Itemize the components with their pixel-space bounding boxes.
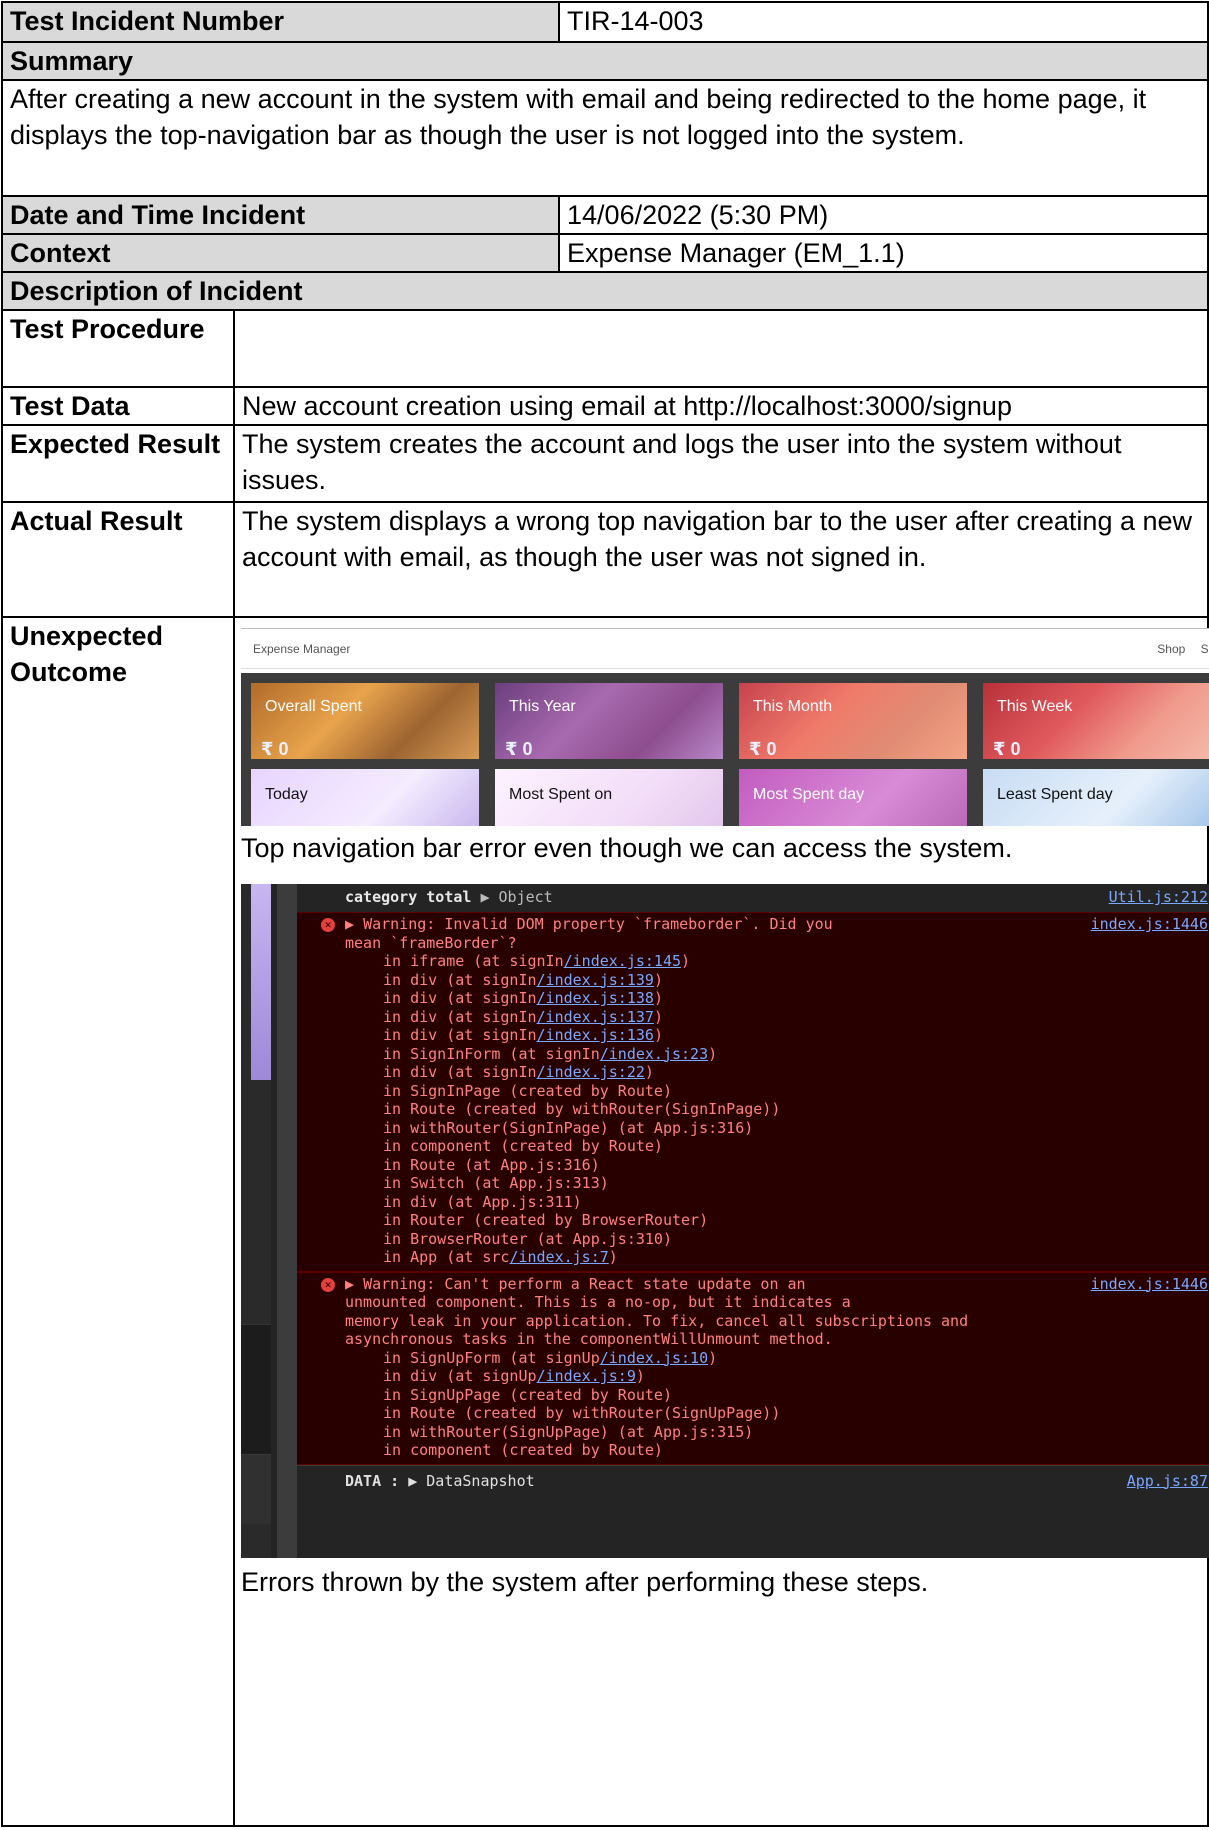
error-icon: ✕ [321, 1277, 335, 1292]
tile-this-year: This Year ₹ 0 [495, 683, 723, 759]
tile-label: Overall Spent [265, 698, 362, 715]
tile-label: This Week [997, 698, 1073, 715]
stack-frame: in div (at signIn/index.js:138) [383, 989, 663, 1007]
test-data-label: Test Data [1, 386, 235, 426]
test-procedure-value [232, 309, 1209, 388]
stack-frame: in BrowserRouter (at App.js:310) [383, 1229, 672, 1248]
nav-link-shop: Shop [1157, 641, 1186, 656]
console-row: DATA : ▶ DataSnapshot App.js:87 [297, 1464, 1209, 1495]
description-label: Description of Incident [0, 271, 1209, 311]
tile-today: Today [251, 769, 479, 826]
incident-number-label: Test Incident Number [0, 1, 561, 43]
stack-frame: in div (at signUp/index.js:9) [383, 1367, 645, 1385]
test-data-value: New account creation using email at http… [232, 386, 1209, 426]
tile-amount: ₹ 0 [261, 739, 289, 759]
incident-report-table: Test Incident Number TIR-14-003 Summary … [0, 1, 1209, 1827]
summary-text: After creating a new account in the syst… [0, 79, 1209, 197]
stack-frame: in withRouter(SignUpPage) (at App.js:315… [383, 1422, 754, 1441]
date-time-label: Date and Time Incident [0, 195, 561, 235]
unexpected-outcome-content: Expense Manager Shop Sign In Overall Spe… [232, 616, 1209, 1827]
nav-link-sign-in: Sign In [1200, 641, 1209, 656]
stack-frame: in div (at signIn/index.js:139) [383, 970, 663, 989]
source-link[interactable]: index.js:1446 [1091, 915, 1208, 934]
error-entry-2: ✕ index.js:1446 ⚲ ▶ Warning: Can't perfo… [297, 1271, 1209, 1465]
tile-amount: ₹ 0 [505, 739, 533, 759]
stack-frame: in App (at src/index.js:7) [383, 1248, 618, 1266]
source-link[interactable]: App.js:87 [1127, 1472, 1208, 1491]
actual-result-label: Actual Result [1, 501, 235, 618]
incident-number-value: TIR-14-003 [558, 1, 1209, 43]
actual-result-value: The system displays a wrong top navigati… [232, 501, 1209, 618]
tile-amount: ₹ 0 [993, 739, 1021, 759]
top-navigation-bar: Expense Manager Shop Sign In [241, 629, 1209, 669]
tile-label: Most Spent on [509, 786, 613, 803]
log-object: DataSnapshot [426, 1471, 535, 1490]
tile-this-week: This Week ₹ 0 [983, 683, 1209, 759]
app-title: Expense Manager [253, 641, 351, 656]
stack-frame: in div (at signIn/index.js:22) [383, 1063, 654, 1081]
tile-this-month: This Month ₹ 0 [739, 683, 967, 759]
expand-triangle-icon[interactable]: ▶ [345, 1275, 363, 1293]
console-screenshot: category total ▶ Object Util.js:212 ✕ in… [241, 884, 1209, 1558]
stack-frame: in div (at signIn/index.js:137) [383, 1007, 663, 1026]
error-message: Warning: Can't perform a React state upd… [363, 1274, 806, 1293]
stack-frame: in Route (at App.js:316) [383, 1155, 600, 1174]
error-message: Warning: Invalid DOM property `framebord… [363, 915, 833, 933]
error-icon: ✕ [321, 918, 335, 932]
error-message: memory leak in your application. To fix,… [345, 1311, 969, 1330]
tile-amount: ₹ 0 [749, 739, 777, 759]
log-key: DATA : [345, 1471, 400, 1490]
date-time-value: 14/06/2022 (5:30 PM) [558, 195, 1209, 235]
context-label: Context [0, 233, 561, 273]
stack-frame: in iframe (at signIn/index.js:145) [383, 952, 691, 970]
stack-frame: in component (created by Route) [383, 1441, 663, 1459]
screenshot-caption-2: Errors thrown by the system after perfor… [241, 1567, 929, 1597]
stack-frame: in div (at App.js:311) [383, 1192, 582, 1211]
stack-frame: in Router (created by BrowserRouter) [383, 1211, 709, 1229]
tile-label: Least Spent day [997, 786, 1113, 803]
error-message: mean `frameBorder`? [345, 933, 517, 952]
source-link[interactable]: Util.js:212 [1109, 888, 1208, 907]
stack-frame: in div (at signIn/index.js:136) [383, 1026, 663, 1044]
console-log: category total ▶ Object Util.js:212 ✕ in… [297, 884, 1209, 1558]
tile-most-spent-day: Most Spent day [739, 769, 967, 826]
tile-label: Today [265, 786, 308, 803]
stack-frame: in SignUpPage (created by Route) [383, 1385, 672, 1404]
stack-frame: in Route (created by withRouter(SignInPa… [383, 1100, 781, 1118]
unexpected-outcome-label: Unexpected Outcome [1, 616, 235, 1827]
stack-frame: in SignUpForm (at signUp/index.js:10) [383, 1348, 718, 1367]
tile-label: This Year [509, 698, 576, 715]
summary-label: Summary [0, 41, 1209, 81]
expected-result-label: Expected Result [1, 424, 235, 503]
log-object: Object [498, 888, 553, 906]
log-key: category total [345, 888, 472, 906]
tile-label: This Month [753, 698, 833, 715]
tile-least-spent-day: Least Spent day [983, 769, 1209, 826]
error-entry-1: ✕ index.js:1446 ⚲ ▶ Warning: Invalid DOM… [297, 912, 1209, 1272]
left-pane [241, 884, 271, 1558]
stack-frame: in component (created by Route) [383, 1137, 663, 1155]
expand-triangle-icon[interactable]: ▶ [345, 915, 363, 933]
console-row: category total ▶ Object Util.js:212 [345, 888, 1208, 907]
tile-label: Most Spent day [753, 786, 865, 803]
error-message: asynchronous tasks in the componentWillU… [345, 1330, 833, 1348]
stack-frame: in Switch (at App.js:313) [383, 1174, 609, 1192]
stack-frame: in SignInForm (at signIn/index.js:23) [383, 1044, 718, 1063]
tile-overall-spent: Overall Spent ₹ 0 [251, 683, 479, 759]
expected-result-value: The system creates the account and logs … [232, 424, 1209, 503]
screenshot-caption-1: Top navigation bar error even though we … [241, 833, 1013, 863]
dashboard-tiles: Overall Spent ₹ 0 This Year ₹ 0 This Mon… [241, 673, 1209, 826]
home-page-screenshot: Expense Manager Shop Sign In Overall Spe… [241, 628, 1209, 826]
tile-most-spent-on: Most Spent on [495, 769, 723, 826]
context-value: Expense Manager (EM_1.1) [558, 233, 1209, 273]
source-link[interactable]: index.js:1446 [1091, 1275, 1208, 1294]
error-message: unmounted component. This is a no-op, bu… [345, 1293, 851, 1311]
pane-gutter [277, 884, 297, 1558]
test-procedure-label: Test Procedure [1, 309, 235, 388]
stack-frame: in Route (created by withRouter(SignUpPa… [383, 1404, 781, 1422]
stack-frame: in SignInPage (created by Route) [383, 1081, 672, 1100]
stack-frame: in withRouter(SignInPage) (at App.js:316… [383, 1118, 754, 1137]
